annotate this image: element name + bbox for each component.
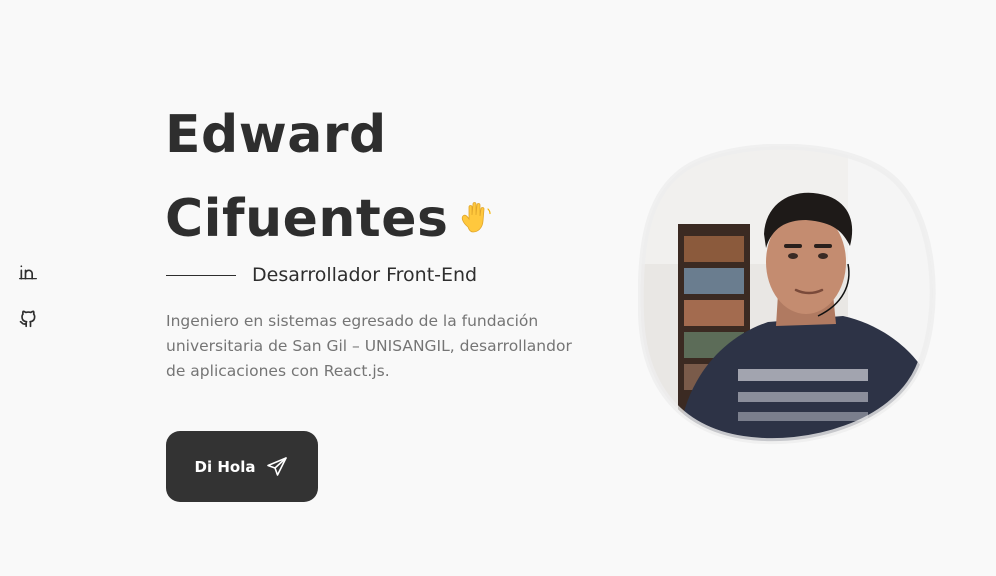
hero-description: Ingeniero en sistemas egresado de la fun… [166,312,572,380]
social-links [18,262,38,328]
hero-subtitle: Desarrollador Front-End [252,264,478,286]
hero-title-line-1: Edward [165,105,387,165]
subtitle-divider [166,274,236,276]
hero-title-line-2-wrapper: Cifuentes [165,177,495,261]
subtitle-row: Desarrollador Front-End [166,264,477,286]
github-icon [19,310,36,328]
waving-hand-icon [455,197,495,237]
say-hello-label: Di Hola [194,457,256,476]
hero-title-line-2: Cifuentes [165,189,449,249]
profile-photo [638,144,940,446]
say-hello-button[interactable]: Di Hola [166,431,318,502]
home-section: Edward Cifuentes Desarrollador Front-End… [0,0,996,576]
send-icon [267,456,288,476]
hero-title: Edward Cifuentes [165,93,495,261]
linkedin-icon [19,265,37,280]
github-link[interactable] [18,308,38,328]
linkedin-link[interactable] [18,262,38,282]
